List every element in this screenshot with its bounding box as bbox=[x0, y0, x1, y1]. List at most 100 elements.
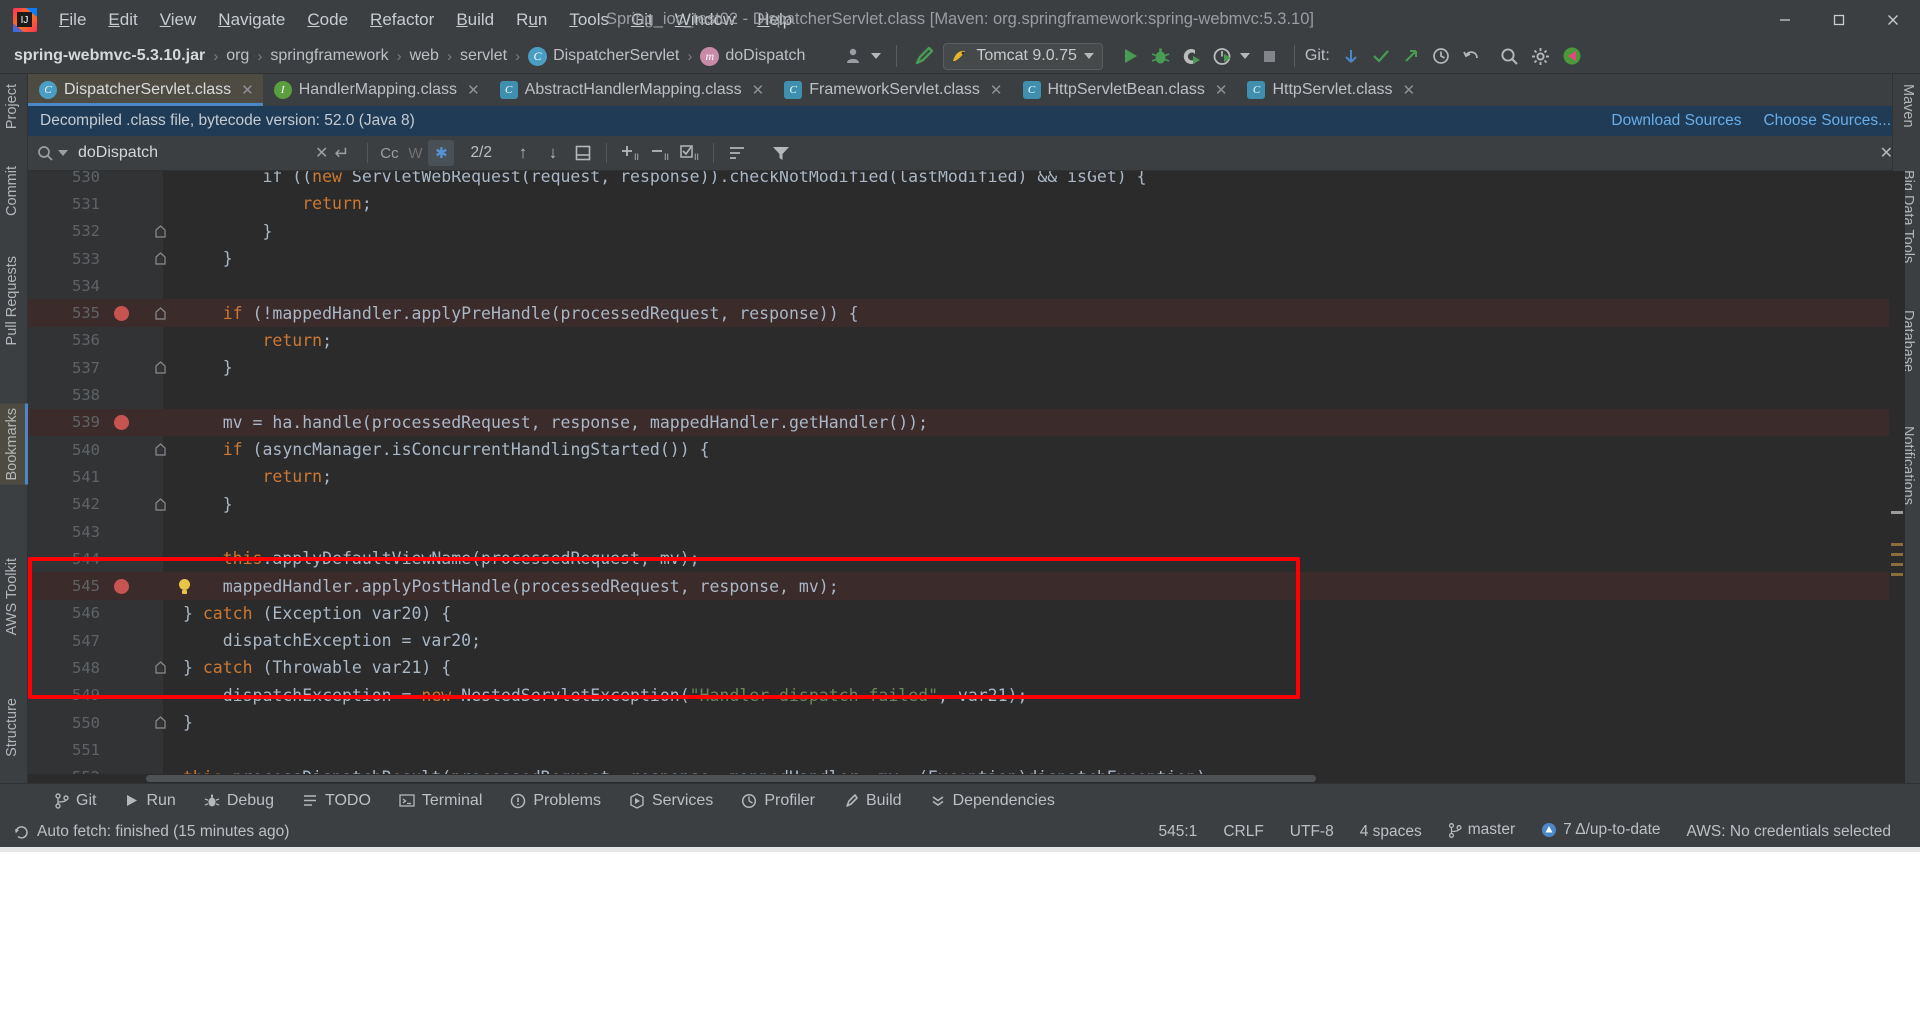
find-previous-button[interactable]: ↑ bbox=[508, 140, 538, 166]
code-fold-icon[interactable] bbox=[155, 252, 166, 265]
code-fold-icon[interactable] bbox=[155, 497, 166, 511]
code-fold-icon[interactable] bbox=[155, 716, 166, 729]
error-stripe[interactable] bbox=[1889, 171, 1905, 783]
indent-setting[interactable]: 4 spaces bbox=[1347, 823, 1435, 841]
close-icon[interactable]: ✕ bbox=[1403, 81, 1416, 99]
code-line[interactable]: 531 return; bbox=[28, 190, 1905, 217]
horizontal-scrollbar[interactable] bbox=[28, 774, 1905, 783]
bottom-tool-build[interactable]: Build bbox=[829, 792, 916, 810]
bottom-tool-profiler[interactable]: Profiler bbox=[727, 792, 829, 810]
build-hammer-icon[interactable] bbox=[907, 43, 939, 69]
tab-abstracthandlermapping[interactable]: C AbstractHandlerMapping.class ✕ bbox=[489, 74, 774, 106]
minimize-button[interactable] bbox=[1758, 0, 1812, 39]
aws-credentials-widget[interactable]: AWS: No credentials selected bbox=[1674, 823, 1904, 841]
menu-navigate[interactable]: Navigate bbox=[207, 6, 296, 34]
search-input[interactable]: doDispatch ✕ ↵ Cc W ✱ 2/2 bbox=[28, 136, 508, 171]
settings-icon[interactable] bbox=[1525, 43, 1556, 69]
code-editor[interactable]: 530 if ((new ServletWebRequest(request, … bbox=[28, 171, 1905, 783]
code-line[interactable]: 544 this.applyDefaultViewName(processedR… bbox=[28, 545, 1905, 572]
sidebar-item-structure[interactable]: Structure bbox=[0, 694, 25, 761]
sidebar-item-pull-requests[interactable]: Pull Requests bbox=[0, 252, 25, 349]
close-find-button[interactable]: ✕ bbox=[1880, 143, 1893, 163]
code-line[interactable]: 535 if (!mappedHandler.applyPreHandle(pr… bbox=[28, 299, 1905, 327]
code-line[interactable]: 537 } bbox=[28, 354, 1905, 381]
scrollbar-thumb[interactable] bbox=[146, 775, 1316, 782]
code-line[interactable]: 546} catch (Exception var20) { bbox=[28, 600, 1905, 627]
ide-help-icon[interactable] bbox=[1556, 43, 1588, 69]
breakpoint-icon[interactable] bbox=[114, 305, 129, 321]
editor-code-area[interactable]: 530 if ((new ServletWebRequest(request, … bbox=[28, 171, 1905, 783]
code-fold-icon[interactable] bbox=[155, 361, 166, 374]
debug-icon[interactable] bbox=[1145, 43, 1176, 69]
run-with-coverage-icon[interactable] bbox=[1176, 43, 1207, 69]
select-all-occurrences-button[interactable] bbox=[568, 140, 598, 166]
sidebar-item-aws-toolkit[interactable]: AWS Toolkit bbox=[0, 554, 25, 639]
code-line[interactable]: 547 dispatchException = var20; bbox=[28, 627, 1905, 654]
maximize-button[interactable] bbox=[1812, 0, 1866, 39]
regex-toggle[interactable]: ✱ bbox=[428, 140, 455, 166]
breadcrumb-item-servlet[interactable]: servlet bbox=[460, 47, 507, 65]
search-everywhere-icon[interactable] bbox=[1494, 43, 1525, 69]
vcs-status-widget[interactable]: 7 Δ/up-to-date bbox=[1528, 821, 1673, 843]
main-menu[interactable]: File Edit View Navigate Code Refactor Bu… bbox=[48, 6, 803, 34]
whole-words-toggle[interactable]: W bbox=[402, 140, 428, 166]
menu-file[interactable]: File bbox=[48, 6, 97, 34]
filter-list-icon[interactable] bbox=[722, 140, 752, 166]
breadcrumb-item-jar[interactable]: spring-webmvc-5.3.10.jar bbox=[14, 47, 205, 65]
add-line-selection-button[interactable]: II bbox=[615, 140, 645, 166]
breakpoint-icon[interactable] bbox=[114, 578, 129, 594]
code-fold-icon[interactable] bbox=[155, 443, 166, 456]
git-history-icon[interactable] bbox=[1426, 43, 1456, 69]
tab-httpservletbean[interactable]: C HttpServletBean.class ✕ bbox=[1012, 74, 1237, 106]
menu-window[interactable]: Window bbox=[664, 6, 746, 34]
remove-line-selection-button[interactable]: II bbox=[645, 140, 675, 166]
menu-build[interactable]: Build bbox=[445, 6, 505, 34]
caret-position[interactable]: 545:1 bbox=[1146, 823, 1211, 841]
code-line[interactable]: 533 } bbox=[28, 245, 1905, 272]
undo-icon[interactable] bbox=[1456, 43, 1486, 69]
code-fold-icon[interactable] bbox=[155, 661, 166, 675]
filter-icon[interactable] bbox=[766, 140, 796, 166]
breadcrumb-item-dodispatch[interactable]: m doDispatch bbox=[700, 46, 805, 66]
code-line[interactable]: 532 } bbox=[28, 218, 1905, 245]
bottom-tool-todo[interactable]: TODO bbox=[288, 792, 385, 810]
bottom-tool-terminal[interactable]: Terminal bbox=[385, 792, 496, 810]
search-history-icon[interactable]: ↵ bbox=[334, 143, 359, 164]
select-all-occurrences-toggle[interactable]: II bbox=[675, 140, 705, 166]
profiler-icon[interactable] bbox=[1207, 43, 1255, 69]
bottom-tool-debug[interactable]: Debug bbox=[190, 792, 288, 810]
sidebar-item-maven[interactable]: Maven bbox=[1895, 80, 1920, 132]
git-update-icon[interactable] bbox=[1336, 43, 1366, 69]
sidebar-item-bookmarks[interactable]: Bookmarks bbox=[0, 404, 28, 485]
code-line[interactable]: 536 return; bbox=[28, 327, 1905, 354]
run-configuration-selector[interactable]: Tomcat 9.0.75 bbox=[943, 42, 1103, 70]
choose-sources-link[interactable]: Choose Sources... bbox=[1763, 112, 1891, 130]
match-case-toggle[interactable]: Cc bbox=[376, 140, 402, 166]
close-icon[interactable]: ✕ bbox=[467, 81, 480, 99]
code-fold-icon[interactable] bbox=[155, 306, 166, 320]
tab-dispatcherservlet[interactable]: C DispatcherServlet.class ✕ bbox=[28, 74, 263, 106]
tab-handlermapping[interactable]: I HandlerMapping.class ✕ bbox=[263, 74, 489, 106]
code-line[interactable]: 551 bbox=[28, 736, 1905, 763]
close-icon[interactable]: ✕ bbox=[1215, 81, 1228, 99]
menu-git[interactable]: Git bbox=[620, 6, 664, 34]
git-branch-widget[interactable]: master bbox=[1435, 821, 1528, 843]
bottom-tool-services[interactable]: Services bbox=[615, 792, 727, 810]
clear-search-icon[interactable]: ✕ bbox=[315, 143, 334, 163]
bottom-tool-run[interactable]: Run bbox=[110, 792, 189, 810]
code-line[interactable]: 542 } bbox=[28, 491, 1905, 518]
code-line[interactable]: 550} bbox=[28, 709, 1905, 736]
run-icon[interactable] bbox=[1115, 43, 1145, 69]
close-icon[interactable]: ✕ bbox=[990, 81, 1003, 99]
close-icon[interactable]: ✕ bbox=[752, 81, 765, 99]
stop-icon[interactable] bbox=[1255, 43, 1284, 69]
download-sources-link[interactable]: Download Sources bbox=[1611, 112, 1741, 130]
menu-help[interactable]: Help bbox=[746, 6, 803, 34]
git-commit-icon[interactable] bbox=[1366, 43, 1396, 69]
menu-view[interactable]: View bbox=[149, 6, 208, 34]
breadcrumb-item-org[interactable]: org bbox=[226, 47, 249, 65]
menu-tools[interactable]: Tools bbox=[558, 6, 620, 34]
breakpoint-icon[interactable] bbox=[114, 414, 129, 430]
code-line[interactable]: 539 mv = ha.handle(processedRequest, res… bbox=[28, 408, 1905, 436]
chevron-down-icon[interactable] bbox=[58, 150, 68, 156]
